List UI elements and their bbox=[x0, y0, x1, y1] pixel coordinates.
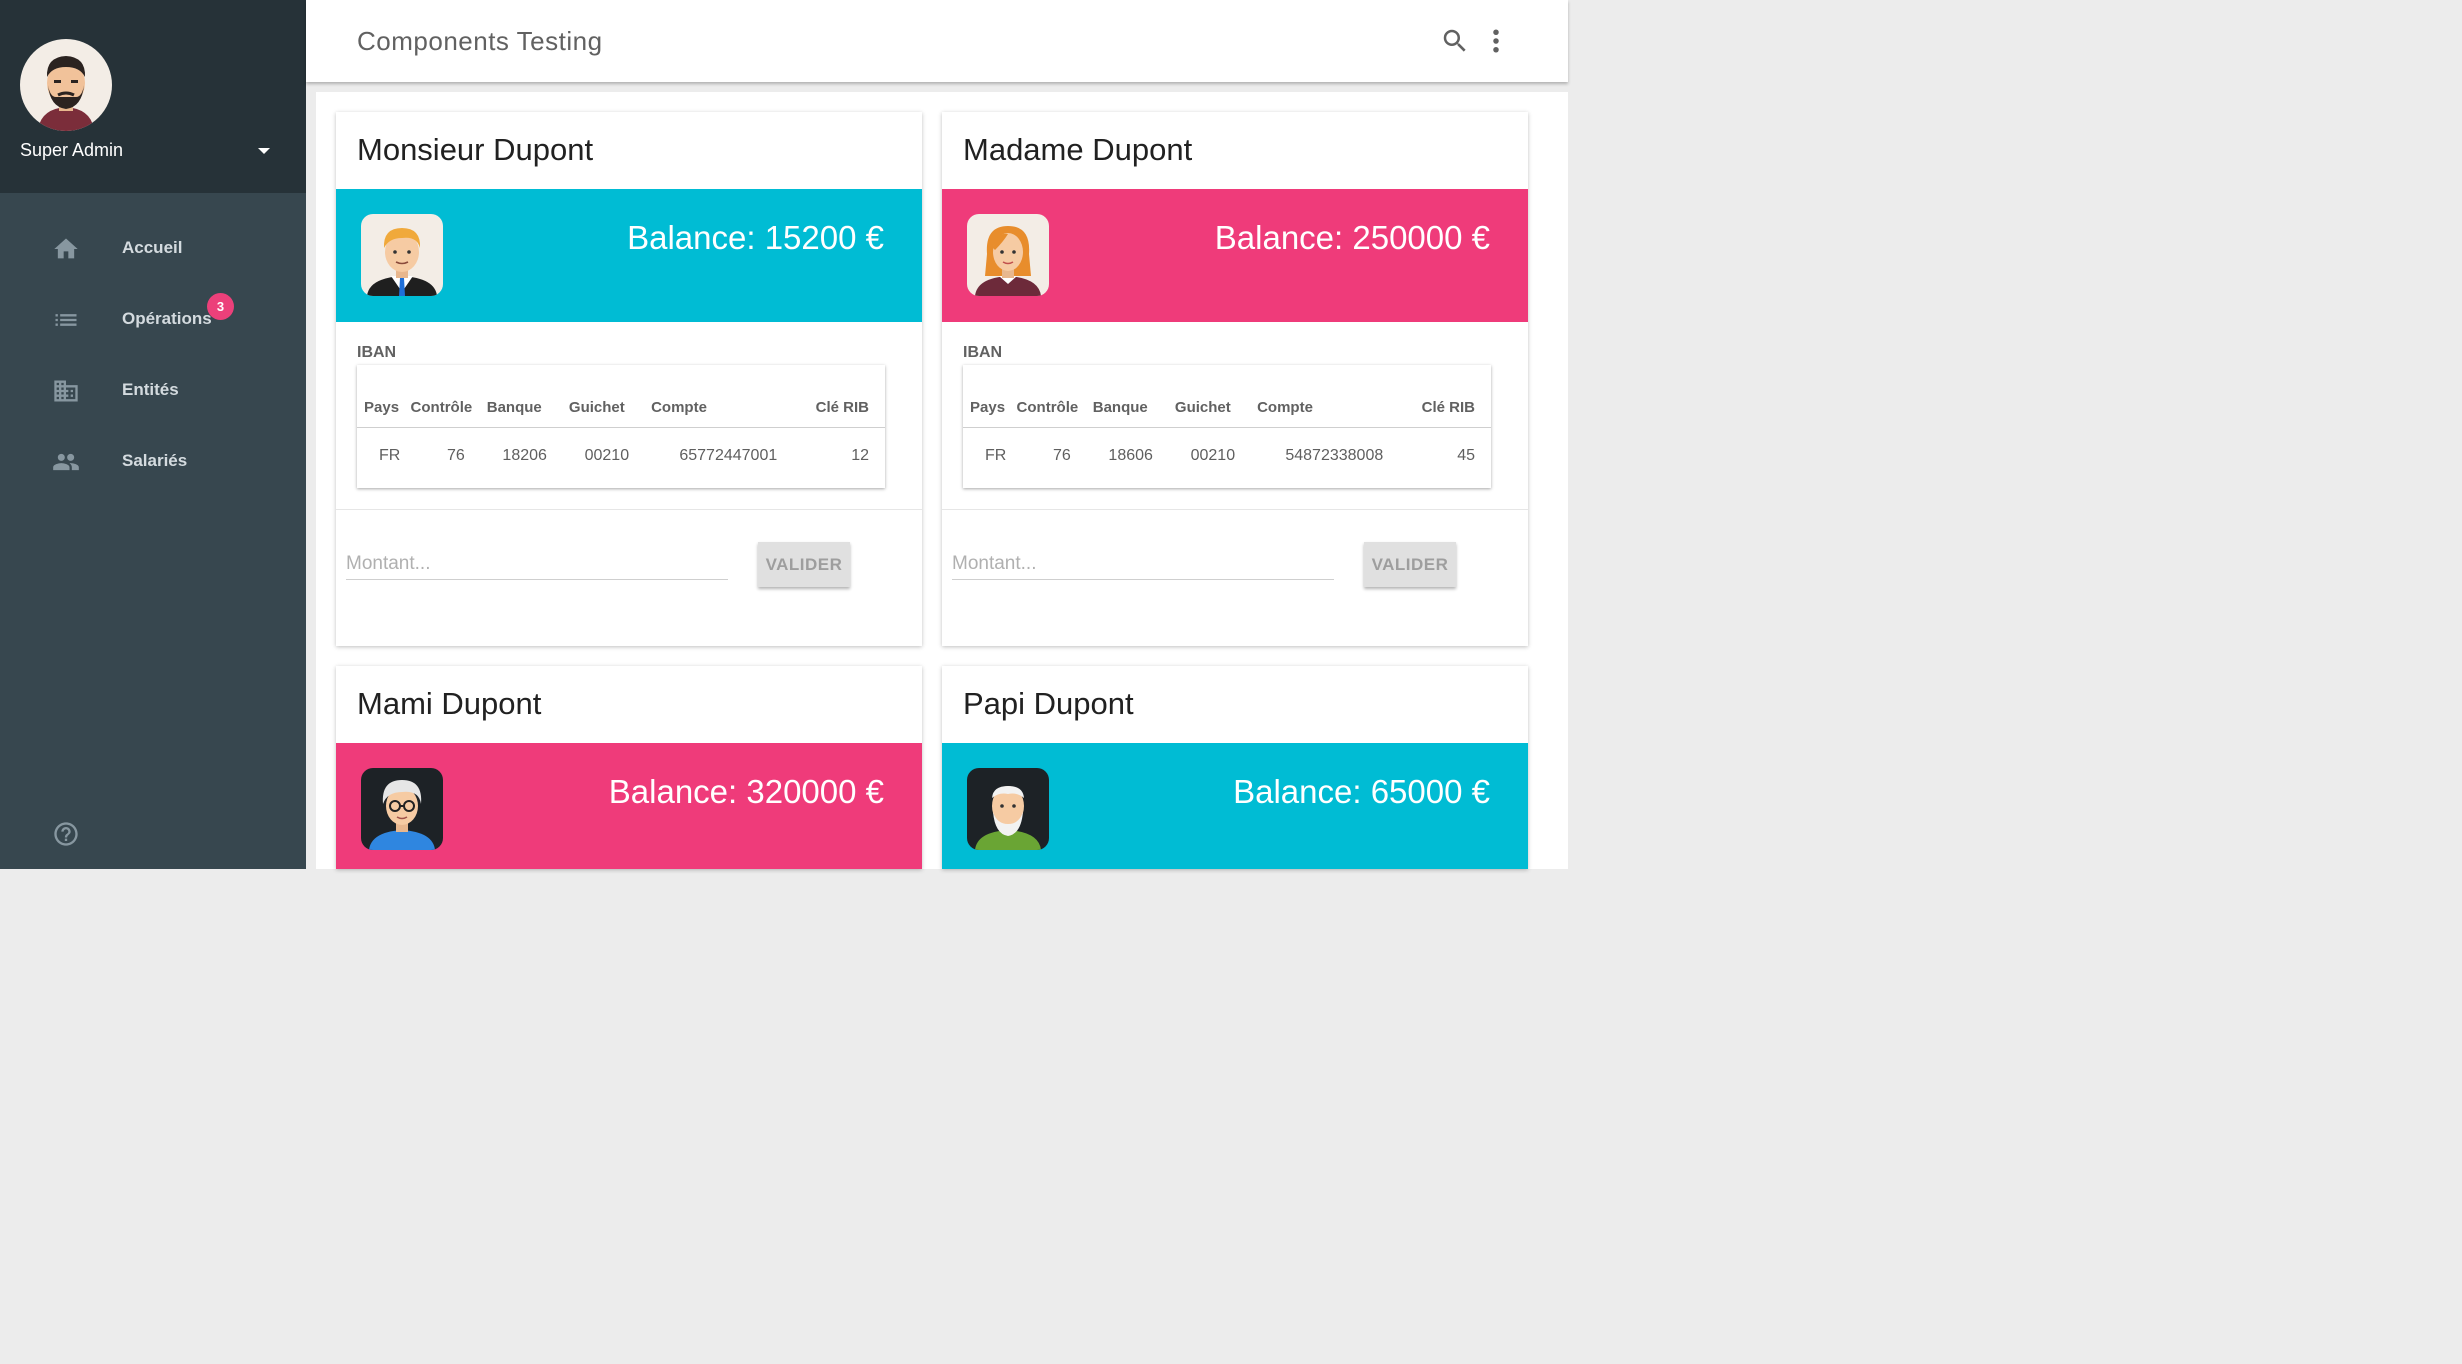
iban-guichet: 00210 bbox=[1190, 447, 1236, 465]
balance-text: Balance: 65000 € bbox=[1233, 773, 1490, 810]
sidebar-item-label: Entités bbox=[122, 380, 179, 399]
column-header: Clé RIB bbox=[1405, 365, 1491, 428]
card-title: Mami Dupont bbox=[357, 686, 542, 721]
page-title: Components Testing bbox=[357, 26, 603, 56]
iban-banque: 18606 bbox=[1108, 447, 1153, 465]
iban-controle: 76 bbox=[1052, 447, 1071, 465]
column-header: Compte bbox=[1257, 365, 1406, 428]
iban-controle: 76 bbox=[446, 447, 465, 465]
iban-guichet: 00210 bbox=[584, 447, 630, 465]
iban-label: IBAN bbox=[357, 344, 397, 361]
sidebar-item-label: Salariés bbox=[122, 451, 188, 470]
sidebar-item-salaries[interactable]: Salariés bbox=[0, 433, 306, 489]
table-header-row: Pays Contrôle Banque Guichet Compte Clé … bbox=[963, 365, 1491, 428]
column-header: Banque bbox=[486, 365, 569, 428]
divider bbox=[942, 509, 1528, 510]
iban-compte: 65772447001 bbox=[679, 447, 778, 465]
iban-cle: 45 bbox=[1457, 447, 1475, 465]
iban-label: IBAN bbox=[963, 344, 1003, 361]
iban-cle: 12 bbox=[851, 447, 869, 465]
help-icon[interactable] bbox=[52, 820, 80, 848]
column-header: Contrôle bbox=[410, 365, 487, 428]
column-header: Guichet bbox=[1174, 365, 1258, 428]
avatar bbox=[361, 214, 443, 296]
iban-pays: FR bbox=[379, 447, 401, 465]
account-card: Papi Dupont Balance: 65000 € bbox=[942, 666, 1528, 869]
balance-text: Balance: 320000 € bbox=[608, 773, 884, 810]
sidebar-item-label: Opérations bbox=[122, 309, 212, 328]
building-icon bbox=[54, 380, 78, 402]
card-title: Papi Dupont bbox=[963, 686, 1134, 721]
avatar bbox=[967, 768, 1049, 850]
iban-table: Pays Contrôle Banque Guichet Compte Clé … bbox=[963, 365, 1491, 488]
balance-text: Balance: 250000 € bbox=[1214, 219, 1490, 256]
table-row: FR 76 18206 00210 65772447001 12 bbox=[357, 427, 885, 485]
avatar bbox=[967, 214, 1049, 296]
column-header: Pays bbox=[963, 365, 1017, 428]
iban-banque: 18206 bbox=[502, 447, 547, 465]
amount-input[interactable] bbox=[346, 548, 728, 580]
card-title: Madame Dupont bbox=[963, 132, 1193, 167]
account-card: Madame Dupont Balance: 250000 € IBAN Pay… bbox=[942, 112, 1528, 646]
avatar[interactable] bbox=[20, 39, 112, 131]
column-header: Pays bbox=[357, 365, 411, 428]
table-header-row: Pays Contrôle Banque Guichet Compte Clé … bbox=[357, 365, 885, 428]
divider bbox=[336, 509, 922, 510]
iban-table: Pays Contrôle Banque Guichet Compte Clé … bbox=[357, 365, 885, 488]
card-title: Monsieur Dupont bbox=[357, 132, 594, 167]
sidebar-profile: Super Admin bbox=[0, 0, 306, 193]
column-header: Contrôle bbox=[1016, 365, 1093, 428]
validate-button[interactable]: VALIDER bbox=[758, 542, 850, 587]
table-row: FR 76 18606 00210 54872338008 45 bbox=[963, 427, 1491, 485]
sidebar: Super Admin Accueil Opérations 3 Entités… bbox=[0, 0, 306, 869]
home-icon bbox=[54, 238, 78, 259]
amount-input[interactable] bbox=[952, 548, 1334, 580]
notification-badge: 3 bbox=[207, 293, 234, 320]
balance-banner: Balance: 65000 € bbox=[942, 743, 1528, 869]
column-header: Compte bbox=[651, 365, 800, 428]
balance-banner: Balance: 250000 € bbox=[942, 189, 1528, 322]
balance-banner: Balance: 320000 € bbox=[336, 743, 922, 869]
balance-text: Balance: 15200 € bbox=[627, 219, 884, 256]
sidebar-item-entites[interactable]: Entités bbox=[0, 362, 306, 418]
balance-banner: Balance: 15200 € bbox=[336, 189, 922, 322]
user-name: Super Admin bbox=[20, 140, 124, 160]
more-vert-icon[interactable] bbox=[1486, 26, 1506, 56]
iban-pays: FR bbox=[985, 447, 1007, 465]
top-app-bar: Components Testing bbox=[306, 0, 1568, 82]
column-header: Clé RIB bbox=[799, 365, 885, 428]
column-header: Guichet bbox=[568, 365, 652, 428]
search-icon[interactable] bbox=[1440, 26, 1470, 56]
sidebar-item-operations[interactable]: Opérations bbox=[0, 291, 306, 347]
account-card: Mami Dupont Balance: 320000 € bbox=[336, 666, 922, 869]
chevron-down-icon[interactable] bbox=[258, 148, 270, 154]
validate-button[interactable]: VALIDER bbox=[1364, 542, 1456, 587]
account-card: Monsieur Dupont Balance: 15200 € IBAN Pa… bbox=[336, 112, 922, 646]
list-icon bbox=[55, 314, 77, 326]
people-icon bbox=[53, 453, 79, 471]
sidebar-item-label: Accueil bbox=[122, 238, 183, 257]
iban-compte: 54872338008 bbox=[1285, 447, 1384, 465]
avatar bbox=[361, 768, 443, 850]
column-header: Banque bbox=[1092, 365, 1175, 428]
sidebar-item-accueil[interactable]: Accueil bbox=[0, 220, 306, 276]
